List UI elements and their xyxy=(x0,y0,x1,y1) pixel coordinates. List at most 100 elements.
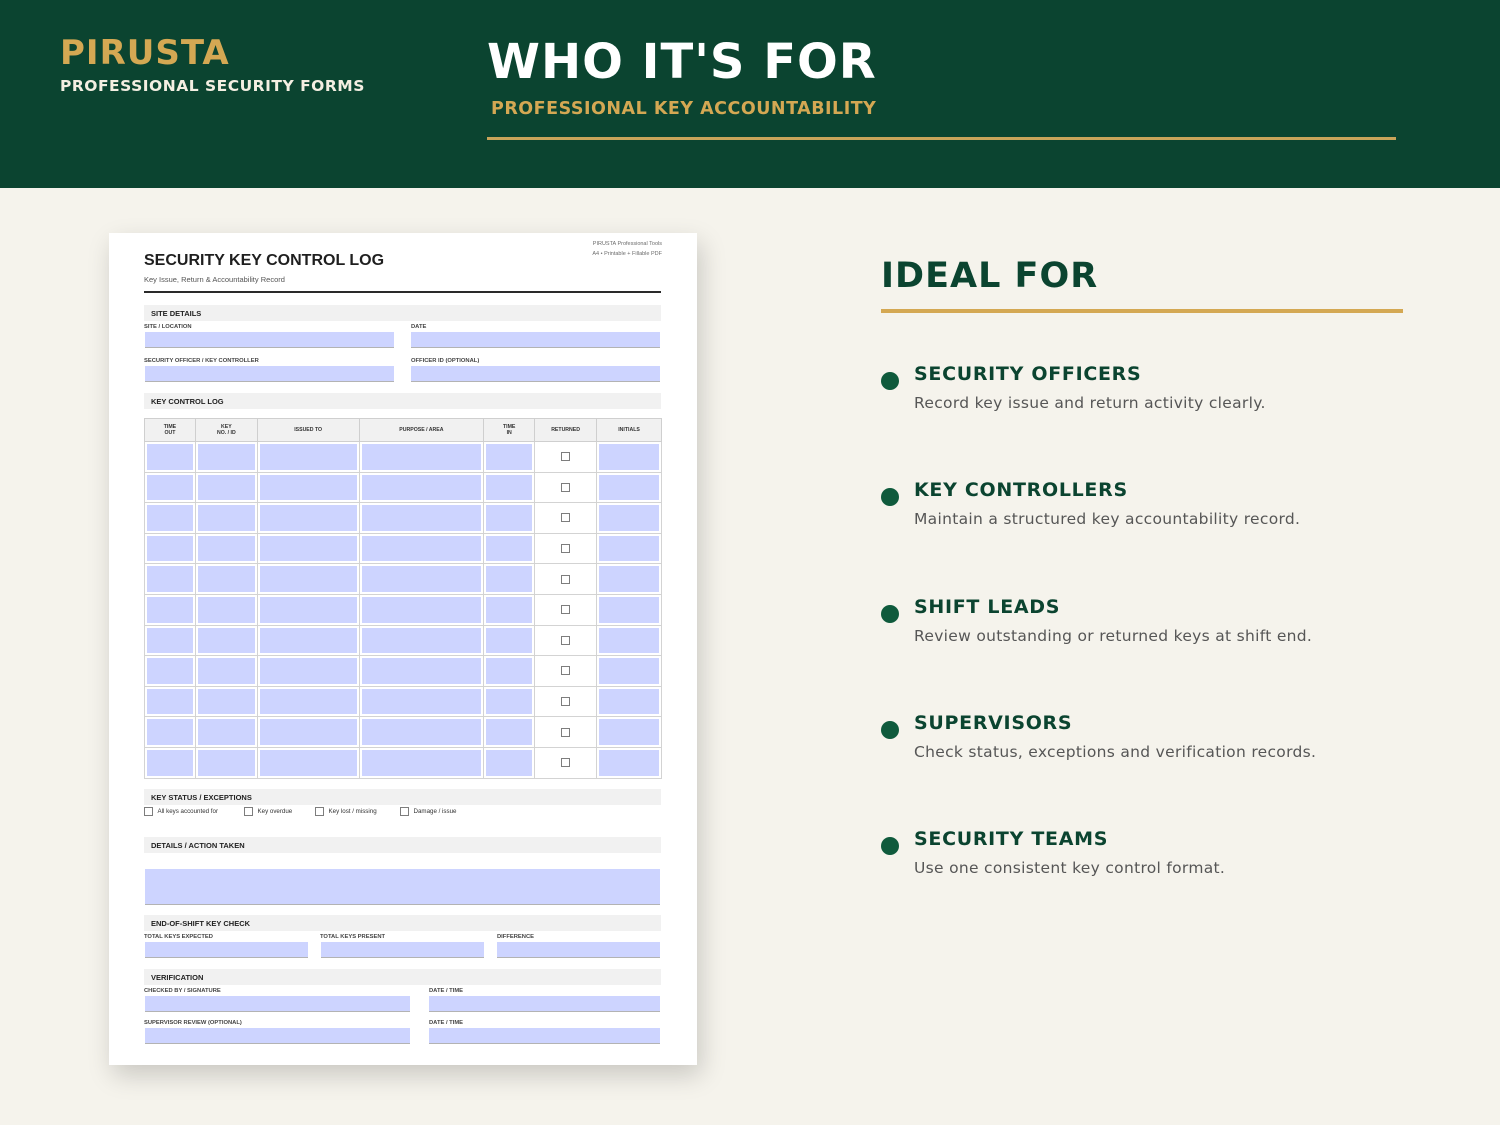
checkbox-icon[interactable] xyxy=(561,727,571,737)
cell-purpose[interactable] xyxy=(358,716,485,748)
cell-time-in[interactable] xyxy=(483,563,536,595)
details-field[interactable] xyxy=(145,869,660,905)
fillable-cell[interactable] xyxy=(486,658,533,684)
fillable-cell[interactable] xyxy=(259,658,357,684)
fillable-cell[interactable] xyxy=(147,505,193,531)
fillable-cell[interactable] xyxy=(599,627,659,654)
fillable-cell[interactable] xyxy=(147,749,193,776)
checkbox-icon[interactable] xyxy=(144,807,153,816)
status-option-lost[interactable]: Key lost / missing xyxy=(315,807,377,816)
cell-time-out[interactable] xyxy=(144,502,196,534)
cell-key-no[interactable] xyxy=(194,746,258,779)
fillable-cell[interactable] xyxy=(197,658,255,684)
fillable-cell[interactable] xyxy=(599,505,659,531)
cell-issued-to[interactable] xyxy=(256,655,360,687)
cell-issued-to[interactable] xyxy=(256,685,360,718)
cell-issued-to[interactable] xyxy=(256,441,360,473)
cell-issued-to[interactable] xyxy=(256,746,360,779)
fillable-cell[interactable] xyxy=(599,749,659,776)
cell-issued-to[interactable] xyxy=(256,716,360,748)
cell-issued-to[interactable] xyxy=(256,471,360,504)
fillable-cell[interactable] xyxy=(486,566,533,592)
cell-key-no[interactable] xyxy=(194,441,258,473)
cell-returned[interactable] xyxy=(534,655,598,687)
fillable-cell[interactable] xyxy=(361,505,482,531)
cell-key-no[interactable] xyxy=(194,593,258,626)
status-option-all-accounted[interactable]: All keys accounted for xyxy=(144,807,218,816)
fillable-cell[interactable] xyxy=(486,749,533,776)
cell-time-in[interactable] xyxy=(483,746,536,779)
fillable-cell[interactable] xyxy=(361,658,482,684)
cell-time-out[interactable] xyxy=(144,593,196,626)
cell-time-in[interactable] xyxy=(483,685,536,718)
fillable-cell[interactable] xyxy=(147,627,193,654)
keys-present-field[interactable] xyxy=(321,942,484,958)
fillable-cell[interactable] xyxy=(197,627,255,654)
date-time-field[interactable] xyxy=(429,996,660,1012)
checkbox-icon[interactable] xyxy=(561,697,571,707)
cell-purpose[interactable] xyxy=(358,471,485,504)
cell-issued-to[interactable] xyxy=(256,563,360,595)
cell-time-out[interactable] xyxy=(144,655,196,687)
cell-key-no[interactable] xyxy=(194,563,258,595)
fillable-cell[interactable] xyxy=(197,505,255,531)
cell-purpose[interactable] xyxy=(358,502,485,534)
fillable-cell[interactable] xyxy=(361,749,482,776)
cell-initials[interactable] xyxy=(596,532,662,565)
cell-time-in[interactable] xyxy=(483,471,536,504)
checkbox-icon[interactable] xyxy=(561,482,571,492)
cell-time-out[interactable] xyxy=(144,563,196,595)
status-option-damage[interactable]: Damage / issue xyxy=(400,807,457,816)
fillable-cell[interactable] xyxy=(599,474,659,501)
cell-issued-to[interactable] xyxy=(256,593,360,626)
cell-purpose[interactable] xyxy=(358,563,485,595)
fillable-cell[interactable] xyxy=(197,444,255,470)
supervisor-date-time-field[interactable] xyxy=(429,1028,660,1044)
cell-key-no[interactable] xyxy=(194,716,258,748)
fillable-cell[interactable] xyxy=(599,535,659,562)
fillable-cell[interactable] xyxy=(197,719,255,745)
checkbox-icon[interactable] xyxy=(315,807,324,816)
fillable-cell[interactable] xyxy=(147,658,193,684)
keys-expected-field[interactable] xyxy=(145,942,308,958)
fillable-cell[interactable] xyxy=(147,474,193,501)
fillable-cell[interactable] xyxy=(259,596,357,623)
fillable-cell[interactable] xyxy=(361,688,482,715)
cell-returned[interactable] xyxy=(534,502,598,534)
fillable-cell[interactable] xyxy=(147,719,193,745)
checkbox-icon[interactable] xyxy=(561,452,571,462)
cell-purpose[interactable] xyxy=(358,655,485,687)
cell-time-in[interactable] xyxy=(483,593,536,626)
fillable-cell[interactable] xyxy=(197,596,255,623)
cell-time-out[interactable] xyxy=(144,746,196,779)
cell-time-out[interactable] xyxy=(144,624,196,657)
checkbox-icon[interactable] xyxy=(561,666,571,676)
site-location-field[interactable] xyxy=(145,332,394,348)
cell-key-no[interactable] xyxy=(194,685,258,718)
fillable-cell[interactable] xyxy=(486,596,533,623)
fillable-cell[interactable] xyxy=(147,688,193,715)
cell-time-in[interactable] xyxy=(483,532,536,565)
fillable-cell[interactable] xyxy=(486,719,533,745)
cell-returned[interactable] xyxy=(534,716,598,748)
cell-initials[interactable] xyxy=(596,441,662,473)
cell-issued-to[interactable] xyxy=(256,532,360,565)
cell-initials[interactable] xyxy=(596,624,662,657)
checkbox-icon[interactable] xyxy=(561,605,571,615)
fillable-cell[interactable] xyxy=(599,658,659,684)
cell-time-out[interactable] xyxy=(144,471,196,504)
cell-time-in[interactable] xyxy=(483,441,536,473)
checkbox-icon[interactable] xyxy=(400,807,409,816)
fillable-cell[interactable] xyxy=(486,688,533,715)
cell-issued-to[interactable] xyxy=(256,624,360,657)
checkbox-icon[interactable] xyxy=(561,513,571,523)
fillable-cell[interactable] xyxy=(147,596,193,623)
checkbox-icon[interactable] xyxy=(561,635,571,645)
fillable-cell[interactable] xyxy=(361,627,482,654)
cell-key-no[interactable] xyxy=(194,624,258,657)
date-field[interactable] xyxy=(411,332,660,348)
cell-returned[interactable] xyxy=(534,593,598,626)
cell-returned[interactable] xyxy=(534,441,598,473)
cell-initials[interactable] xyxy=(596,655,662,687)
status-option-overdue[interactable]: Key overdue xyxy=(244,807,292,816)
